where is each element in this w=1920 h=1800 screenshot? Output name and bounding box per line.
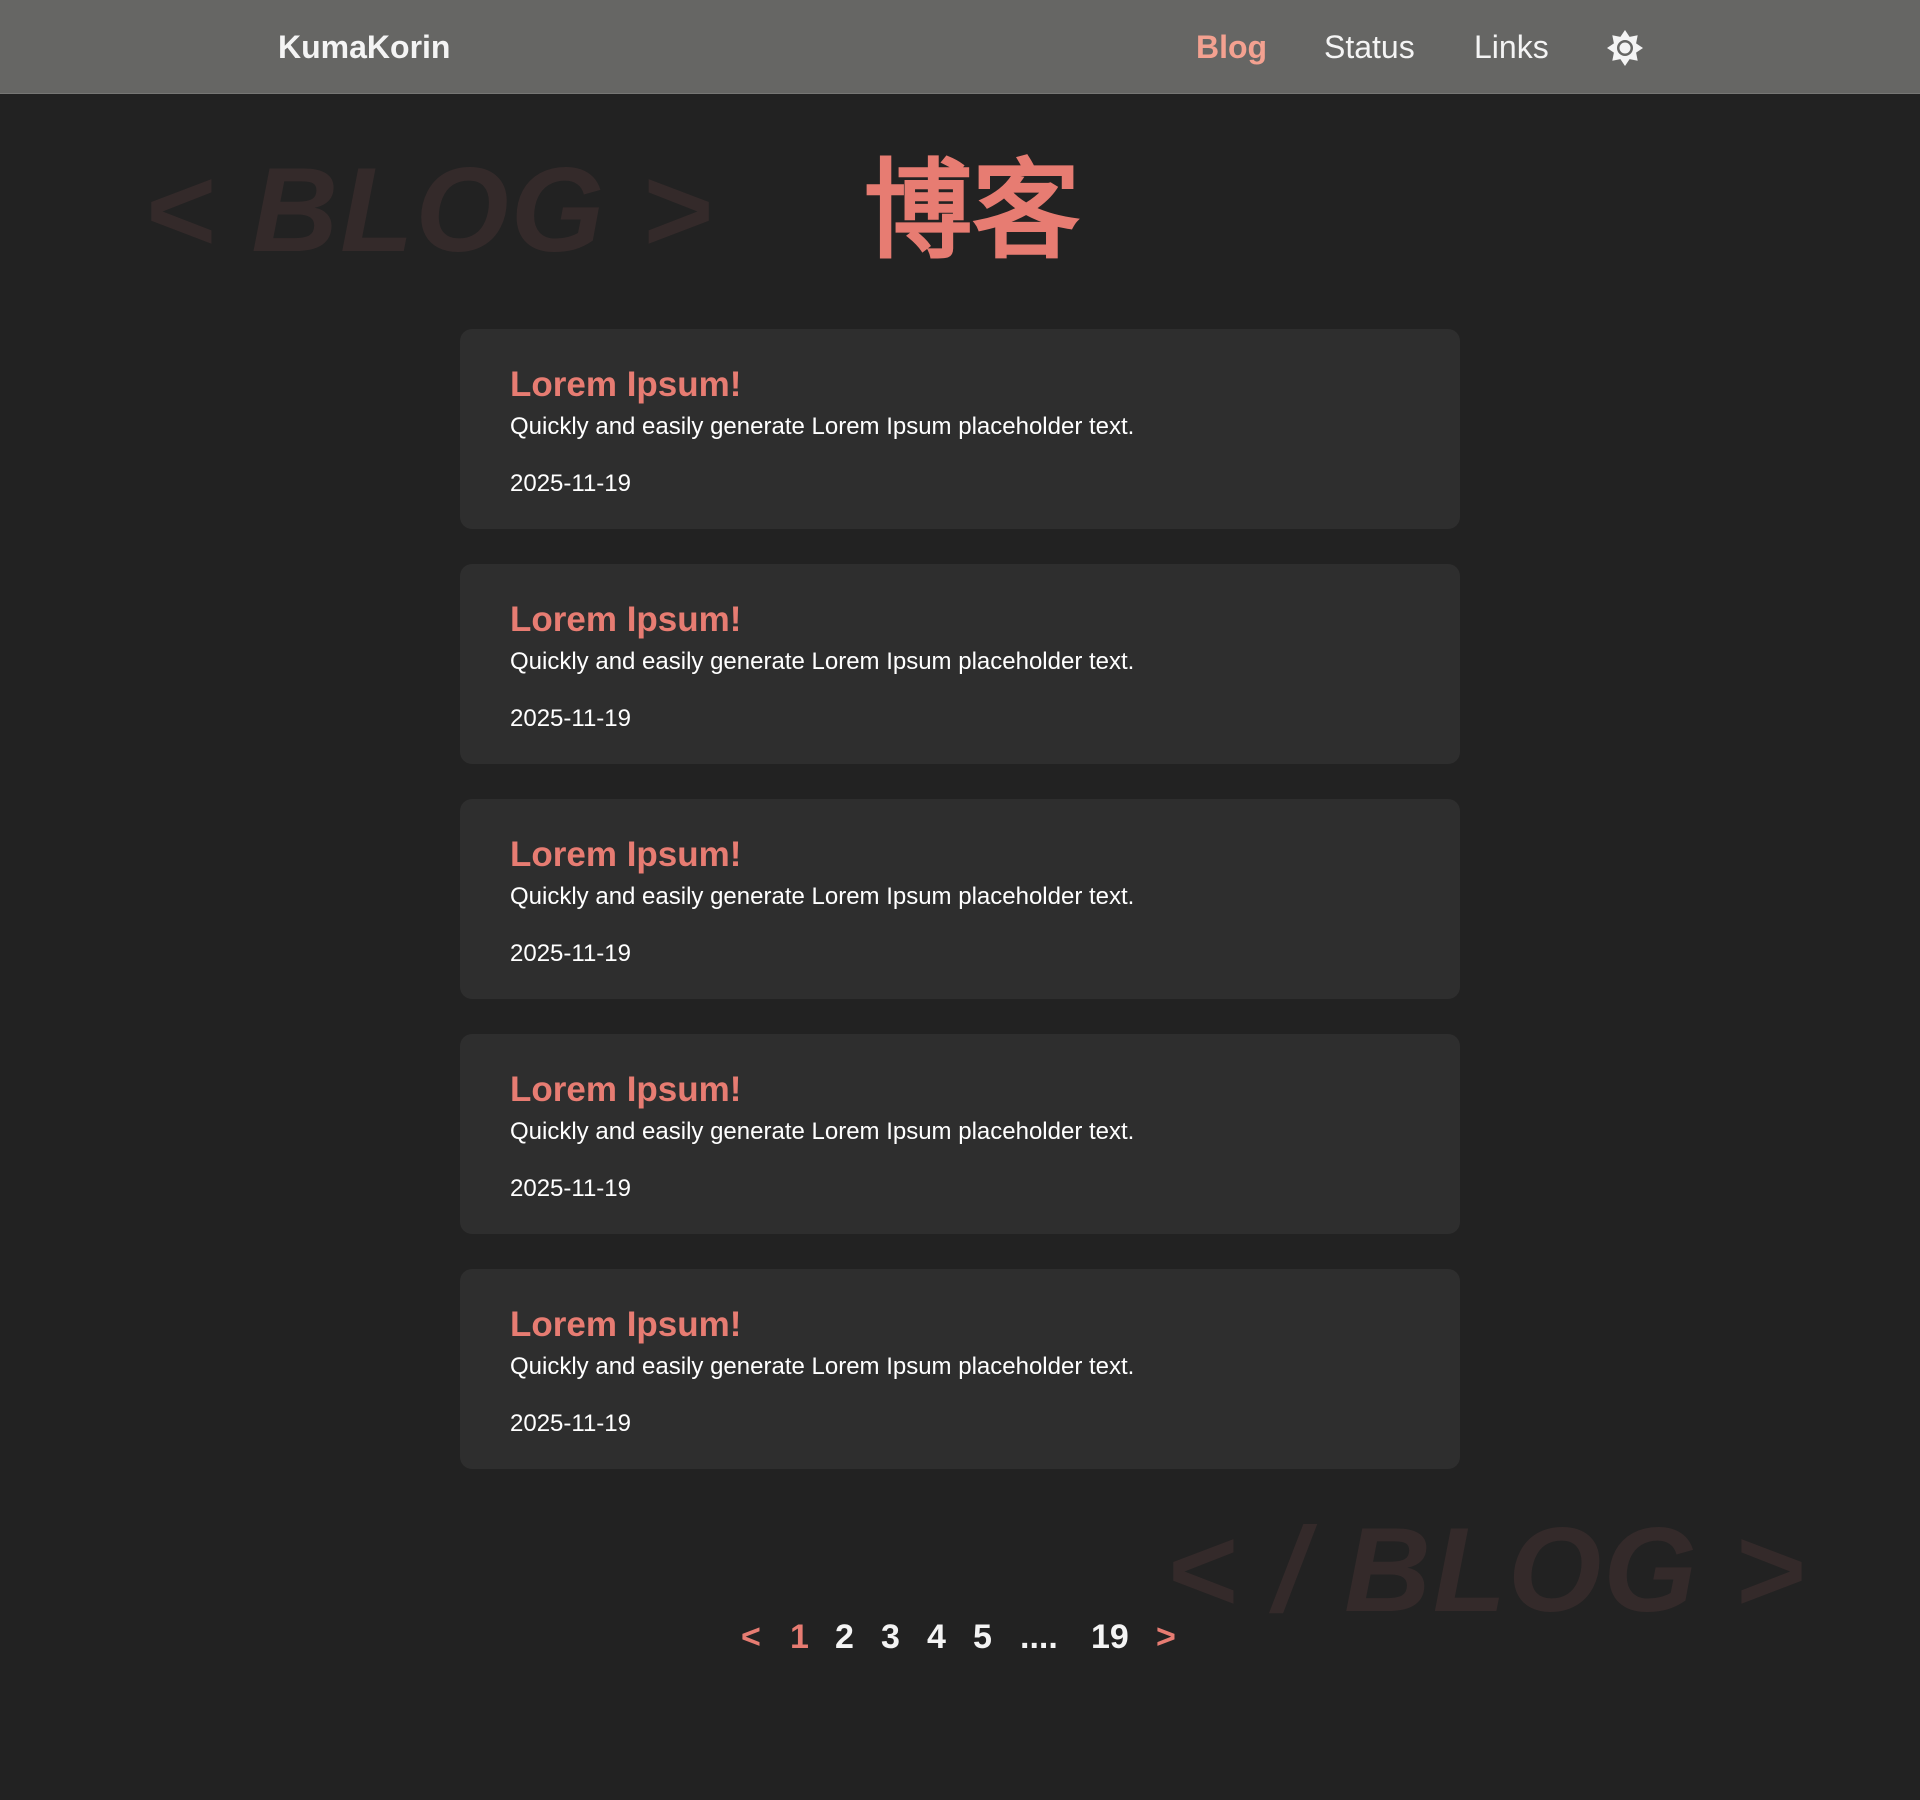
nav-link-status[interactable]: Status [1324,29,1415,65]
post-date: 2025-11-19 [510,1175,631,1202]
post-description: Quickly and easily generate Lorem Ipsum … [510,1353,1135,1380]
post-card[interactable]: Lorem Ipsum! Quickly and easily generate… [460,799,1460,999]
post-description: Quickly and easily generate Lorem Ipsum … [510,1118,1135,1145]
post-date: 2025-11-19 [510,1410,631,1437]
post-title[interactable]: Lorem Ipsum! [510,365,741,405]
decorative-blog-open-tag: < BLOG > [144,143,714,277]
post-title[interactable]: Lorem Ipsum! [510,1070,741,1110]
post-title[interactable]: Lorem Ipsum! [510,1305,741,1345]
pagination-ellipsis: .... [1020,1618,1058,1656]
post-description: Quickly and easily generate Lorem Ipsum … [510,648,1135,675]
post-card[interactable]: Lorem Ipsum! Quickly and easily generate… [460,564,1460,764]
post-card[interactable]: Lorem Ipsum! Quickly and easily generate… [460,1269,1460,1469]
decorative-blog-close-tag: < / BLOG > [1166,1503,1807,1637]
top-navbar: KumaKorin Blog Status Links [0,0,1920,94]
nav-link-blog[interactable]: Blog [1196,29,1267,65]
post-card[interactable]: Lorem Ipsum! Quickly and easily generate… [460,1034,1460,1234]
pagination-prev-button[interactable]: < [741,1617,761,1657]
pagination-page-5[interactable]: 5 [973,1617,992,1657]
pagination-page-last[interactable]: 19 [1091,1617,1129,1657]
pagination-page-1[interactable]: 1 [790,1617,809,1657]
pagination-next-button[interactable]: > [1156,1617,1176,1657]
sun-icon [1607,30,1643,66]
theme-toggle-button[interactable] [1605,28,1645,68]
post-date: 2025-11-19 [510,705,631,732]
post-description: Quickly and easily generate Lorem Ipsum … [510,413,1135,440]
nav-link-links[interactable]: Links [1474,29,1549,65]
pagination-page-4[interactable]: 4 [927,1617,946,1657]
post-card[interactable]: Lorem Ipsum! Quickly and easily generate… [460,329,1460,529]
page-title: 博客 [864,150,1081,271]
pagination-page-3[interactable]: 3 [881,1617,900,1657]
post-title[interactable]: Lorem Ipsum! [510,835,741,875]
post-title[interactable]: Lorem Ipsum! [510,600,741,640]
pagination-page-2[interactable]: 2 [835,1617,854,1657]
post-date: 2025-11-19 [510,470,631,497]
post-date: 2025-11-19 [510,940,631,967]
site-brand[interactable]: KumaKorin [278,29,450,65]
post-description: Quickly and easily generate Lorem Ipsum … [510,883,1135,910]
